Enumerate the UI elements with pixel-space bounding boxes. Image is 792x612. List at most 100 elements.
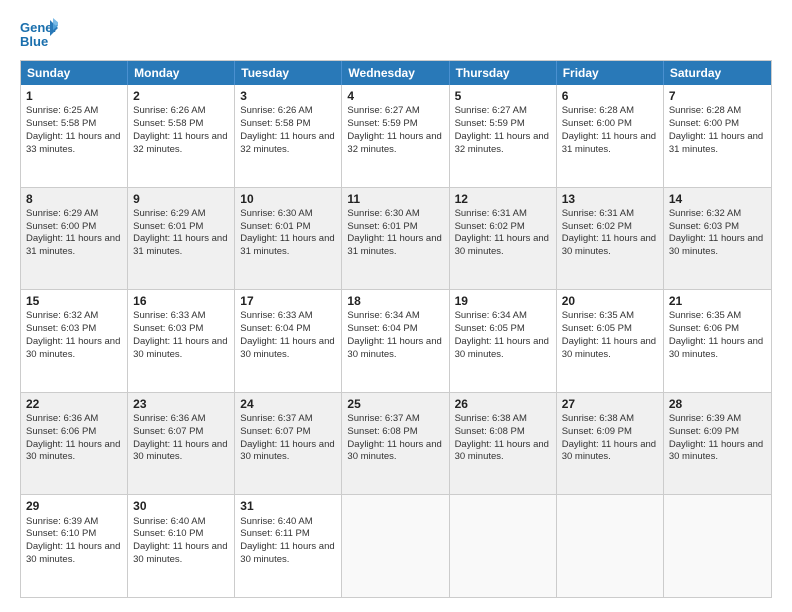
day-cell-5: 5Sunrise: 6:27 AMSunset: 5:59 PMDaylight… bbox=[450, 85, 557, 187]
day-info: Sunrise: 6:38 AMSunset: 6:08 PMDaylight:… bbox=[455, 413, 549, 462]
day-cell-29: 29 Sunrise: 6:39 AMSunset: 6:10 PMDayligh… bbox=[21, 495, 128, 597]
day-number: 26 bbox=[455, 396, 551, 412]
day-cell-27: 27Sunrise: 6:38 AMSunset: 6:09 PMDayligh… bbox=[557, 393, 664, 495]
day-number: 24 bbox=[240, 396, 336, 412]
day-info: Sunrise: 6:32 AMSunset: 6:03 PMDaylight:… bbox=[669, 208, 763, 257]
day-cell-13: 13Sunrise: 6:31 AMSunset: 6:02 PMDayligh… bbox=[557, 188, 664, 290]
logo-svg: General Blue bbox=[20, 18, 58, 52]
day-info: Sunrise: 6:40 AMSunset: 6:11 PMDaylight:… bbox=[240, 516, 334, 565]
day-info: Sunrise: 6:34 AMSunset: 6:04 PMDaylight:… bbox=[347, 310, 441, 359]
day-number: 27 bbox=[562, 396, 658, 412]
day-number: 23 bbox=[133, 396, 229, 412]
logo: General Blue bbox=[20, 18, 58, 52]
day-cell-9: 9Sunrise: 6:29 AMSunset: 6:01 PMDaylight… bbox=[128, 188, 235, 290]
day-info: Sunrise: 6:37 AMSunset: 6:07 PMDaylight:… bbox=[240, 413, 334, 462]
day-number: 16 bbox=[133, 293, 229, 309]
calendar-body: 1Sunrise: 6:25 AMSunset: 5:58 PMDaylight… bbox=[21, 85, 771, 597]
day-cell-4: 4Sunrise: 6:27 AMSunset: 5:59 PMDaylight… bbox=[342, 85, 449, 187]
week-row-3: 15Sunrise: 6:32 AMSunset: 6:03 PMDayligh… bbox=[21, 289, 771, 392]
day-cell-11: 11Sunrise: 6:30 AMSunset: 6:01 PMDayligh… bbox=[342, 188, 449, 290]
day-header-saturday: Saturday bbox=[664, 61, 771, 85]
day-cell-31: 31 Sunrise: 6:40 AMSunset: 6:11 PMDayligh… bbox=[235, 495, 342, 597]
day-cell-20: 20Sunrise: 6:35 AMSunset: 6:05 PMDayligh… bbox=[557, 290, 664, 392]
day-cell-17: 17Sunrise: 6:33 AMSunset: 6:04 PMDayligh… bbox=[235, 290, 342, 392]
day-info: Sunrise: 6:34 AMSunset: 6:05 PMDaylight:… bbox=[455, 310, 549, 359]
day-info: Sunrise: 6:26 AMSunset: 5:58 PMDaylight:… bbox=[133, 105, 227, 154]
day-cell-18: 18Sunrise: 6:34 AMSunset: 6:04 PMDayligh… bbox=[342, 290, 449, 392]
day-number: 28 bbox=[669, 396, 766, 412]
day-header-thursday: Thursday bbox=[450, 61, 557, 85]
day-number: 30 bbox=[133, 498, 229, 514]
day-number: 25 bbox=[347, 396, 443, 412]
empty-cell bbox=[342, 495, 449, 597]
day-info: Sunrise: 6:29 AMSunset: 6:01 PMDaylight:… bbox=[133, 208, 227, 257]
day-cell-25: 25Sunrise: 6:37 AMSunset: 6:08 PMDayligh… bbox=[342, 393, 449, 495]
day-info: Sunrise: 6:35 AMSunset: 6:05 PMDaylight:… bbox=[562, 310, 656, 359]
day-info: Sunrise: 6:35 AMSunset: 6:06 PMDaylight:… bbox=[669, 310, 763, 359]
day-info: Sunrise: 6:31 AMSunset: 6:02 PMDaylight:… bbox=[455, 208, 549, 257]
day-info: Sunrise: 6:31 AMSunset: 6:02 PMDaylight:… bbox=[562, 208, 656, 257]
day-cell-19: 19Sunrise: 6:34 AMSunset: 6:05 PMDayligh… bbox=[450, 290, 557, 392]
day-number: 22 bbox=[26, 396, 122, 412]
day-cell-3: 3Sunrise: 6:26 AMSunset: 5:58 PMDaylight… bbox=[235, 85, 342, 187]
day-info: Sunrise: 6:25 AMSunset: 5:58 PMDaylight:… bbox=[26, 105, 120, 154]
day-number: 6 bbox=[562, 88, 658, 104]
calendar-header: SundayMondayTuesdayWednesdayThursdayFrid… bbox=[21, 61, 771, 85]
day-info: Sunrise: 6:33 AMSunset: 6:03 PMDaylight:… bbox=[133, 310, 227, 359]
week-row-1: 1Sunrise: 6:25 AMSunset: 5:58 PMDaylight… bbox=[21, 85, 771, 187]
day-cell-7: 7Sunrise: 6:28 AMSunset: 6:00 PMDaylight… bbox=[664, 85, 771, 187]
day-info: Sunrise: 6:33 AMSunset: 6:04 PMDaylight:… bbox=[240, 310, 334, 359]
day-cell-2: 2Sunrise: 6:26 AMSunset: 5:58 PMDaylight… bbox=[128, 85, 235, 187]
day-info: Sunrise: 6:28 AMSunset: 6:00 PMDaylight:… bbox=[562, 105, 656, 154]
day-number: 1 bbox=[26, 88, 122, 104]
header: General Blue bbox=[20, 18, 772, 52]
day-number: 2 bbox=[133, 88, 229, 104]
day-cell-26: 26Sunrise: 6:38 AMSunset: 6:08 PMDayligh… bbox=[450, 393, 557, 495]
day-number: 29 bbox=[26, 498, 122, 514]
week-row-4: 22Sunrise: 6:36 AMSunset: 6:06 PMDayligh… bbox=[21, 392, 771, 495]
day-number: 31 bbox=[240, 498, 336, 514]
day-info: Sunrise: 6:37 AMSunset: 6:08 PMDaylight:… bbox=[347, 413, 441, 462]
day-cell-16: 16Sunrise: 6:33 AMSunset: 6:03 PMDayligh… bbox=[128, 290, 235, 392]
day-number: 12 bbox=[455, 191, 551, 207]
day-number: 13 bbox=[562, 191, 658, 207]
day-info: Sunrise: 6:30 AMSunset: 6:01 PMDaylight:… bbox=[240, 208, 334, 257]
day-number: 4 bbox=[347, 88, 443, 104]
day-info: Sunrise: 6:27 AMSunset: 5:59 PMDaylight:… bbox=[347, 105, 441, 154]
calendar: SundayMondayTuesdayWednesdayThursdayFrid… bbox=[20, 60, 772, 598]
day-cell-8: 8Sunrise: 6:29 AMSunset: 6:00 PMDaylight… bbox=[21, 188, 128, 290]
empty-cell bbox=[557, 495, 664, 597]
day-header-monday: Monday bbox=[128, 61, 235, 85]
day-number: 15 bbox=[26, 293, 122, 309]
day-info: Sunrise: 6:38 AMSunset: 6:09 PMDaylight:… bbox=[562, 413, 656, 462]
day-cell-15: 15Sunrise: 6:32 AMSunset: 6:03 PMDayligh… bbox=[21, 290, 128, 392]
day-info: Sunrise: 6:36 AMSunset: 6:07 PMDaylight:… bbox=[133, 413, 227, 462]
page: General Blue SundayMondayTuesdayWednesda… bbox=[0, 0, 792, 612]
day-cell-21: 21Sunrise: 6:35 AMSunset: 6:06 PMDayligh… bbox=[664, 290, 771, 392]
day-number: 18 bbox=[347, 293, 443, 309]
day-info: Sunrise: 6:30 AMSunset: 6:01 PMDaylight:… bbox=[347, 208, 441, 257]
day-cell-22: 22Sunrise: 6:36 AMSunset: 6:06 PMDayligh… bbox=[21, 393, 128, 495]
day-cell-6: 6Sunrise: 6:28 AMSunset: 6:00 PMDaylight… bbox=[557, 85, 664, 187]
day-info: Sunrise: 6:39 AMSunset: 6:10 PMDaylight:… bbox=[26, 516, 120, 565]
day-number: 11 bbox=[347, 191, 443, 207]
day-number: 7 bbox=[669, 88, 766, 104]
day-header-wednesday: Wednesday bbox=[342, 61, 449, 85]
day-header-friday: Friday bbox=[557, 61, 664, 85]
day-info: Sunrise: 6:26 AMSunset: 5:58 PMDaylight:… bbox=[240, 105, 334, 154]
day-info: Sunrise: 6:40 AMSunset: 6:10 PMDaylight:… bbox=[133, 516, 227, 565]
day-number: 5 bbox=[455, 88, 551, 104]
day-number: 20 bbox=[562, 293, 658, 309]
day-cell-10: 10Sunrise: 6:30 AMSunset: 6:01 PMDayligh… bbox=[235, 188, 342, 290]
empty-cell bbox=[664, 495, 771, 597]
week-row-5: 29 Sunrise: 6:39 AMSunset: 6:10 PMDayligh… bbox=[21, 494, 771, 597]
day-info: Sunrise: 6:29 AMSunset: 6:00 PMDaylight:… bbox=[26, 208, 120, 257]
day-cell-1: 1Sunrise: 6:25 AMSunset: 5:58 PMDaylight… bbox=[21, 85, 128, 187]
day-number: 14 bbox=[669, 191, 766, 207]
day-header-tuesday: Tuesday bbox=[235, 61, 342, 85]
day-number: 17 bbox=[240, 293, 336, 309]
day-number: 8 bbox=[26, 191, 122, 207]
day-cell-28: 28Sunrise: 6:39 AMSunset: 6:09 PMDayligh… bbox=[664, 393, 771, 495]
day-number: 10 bbox=[240, 191, 336, 207]
day-cell-24: 24Sunrise: 6:37 AMSunset: 6:07 PMDayligh… bbox=[235, 393, 342, 495]
